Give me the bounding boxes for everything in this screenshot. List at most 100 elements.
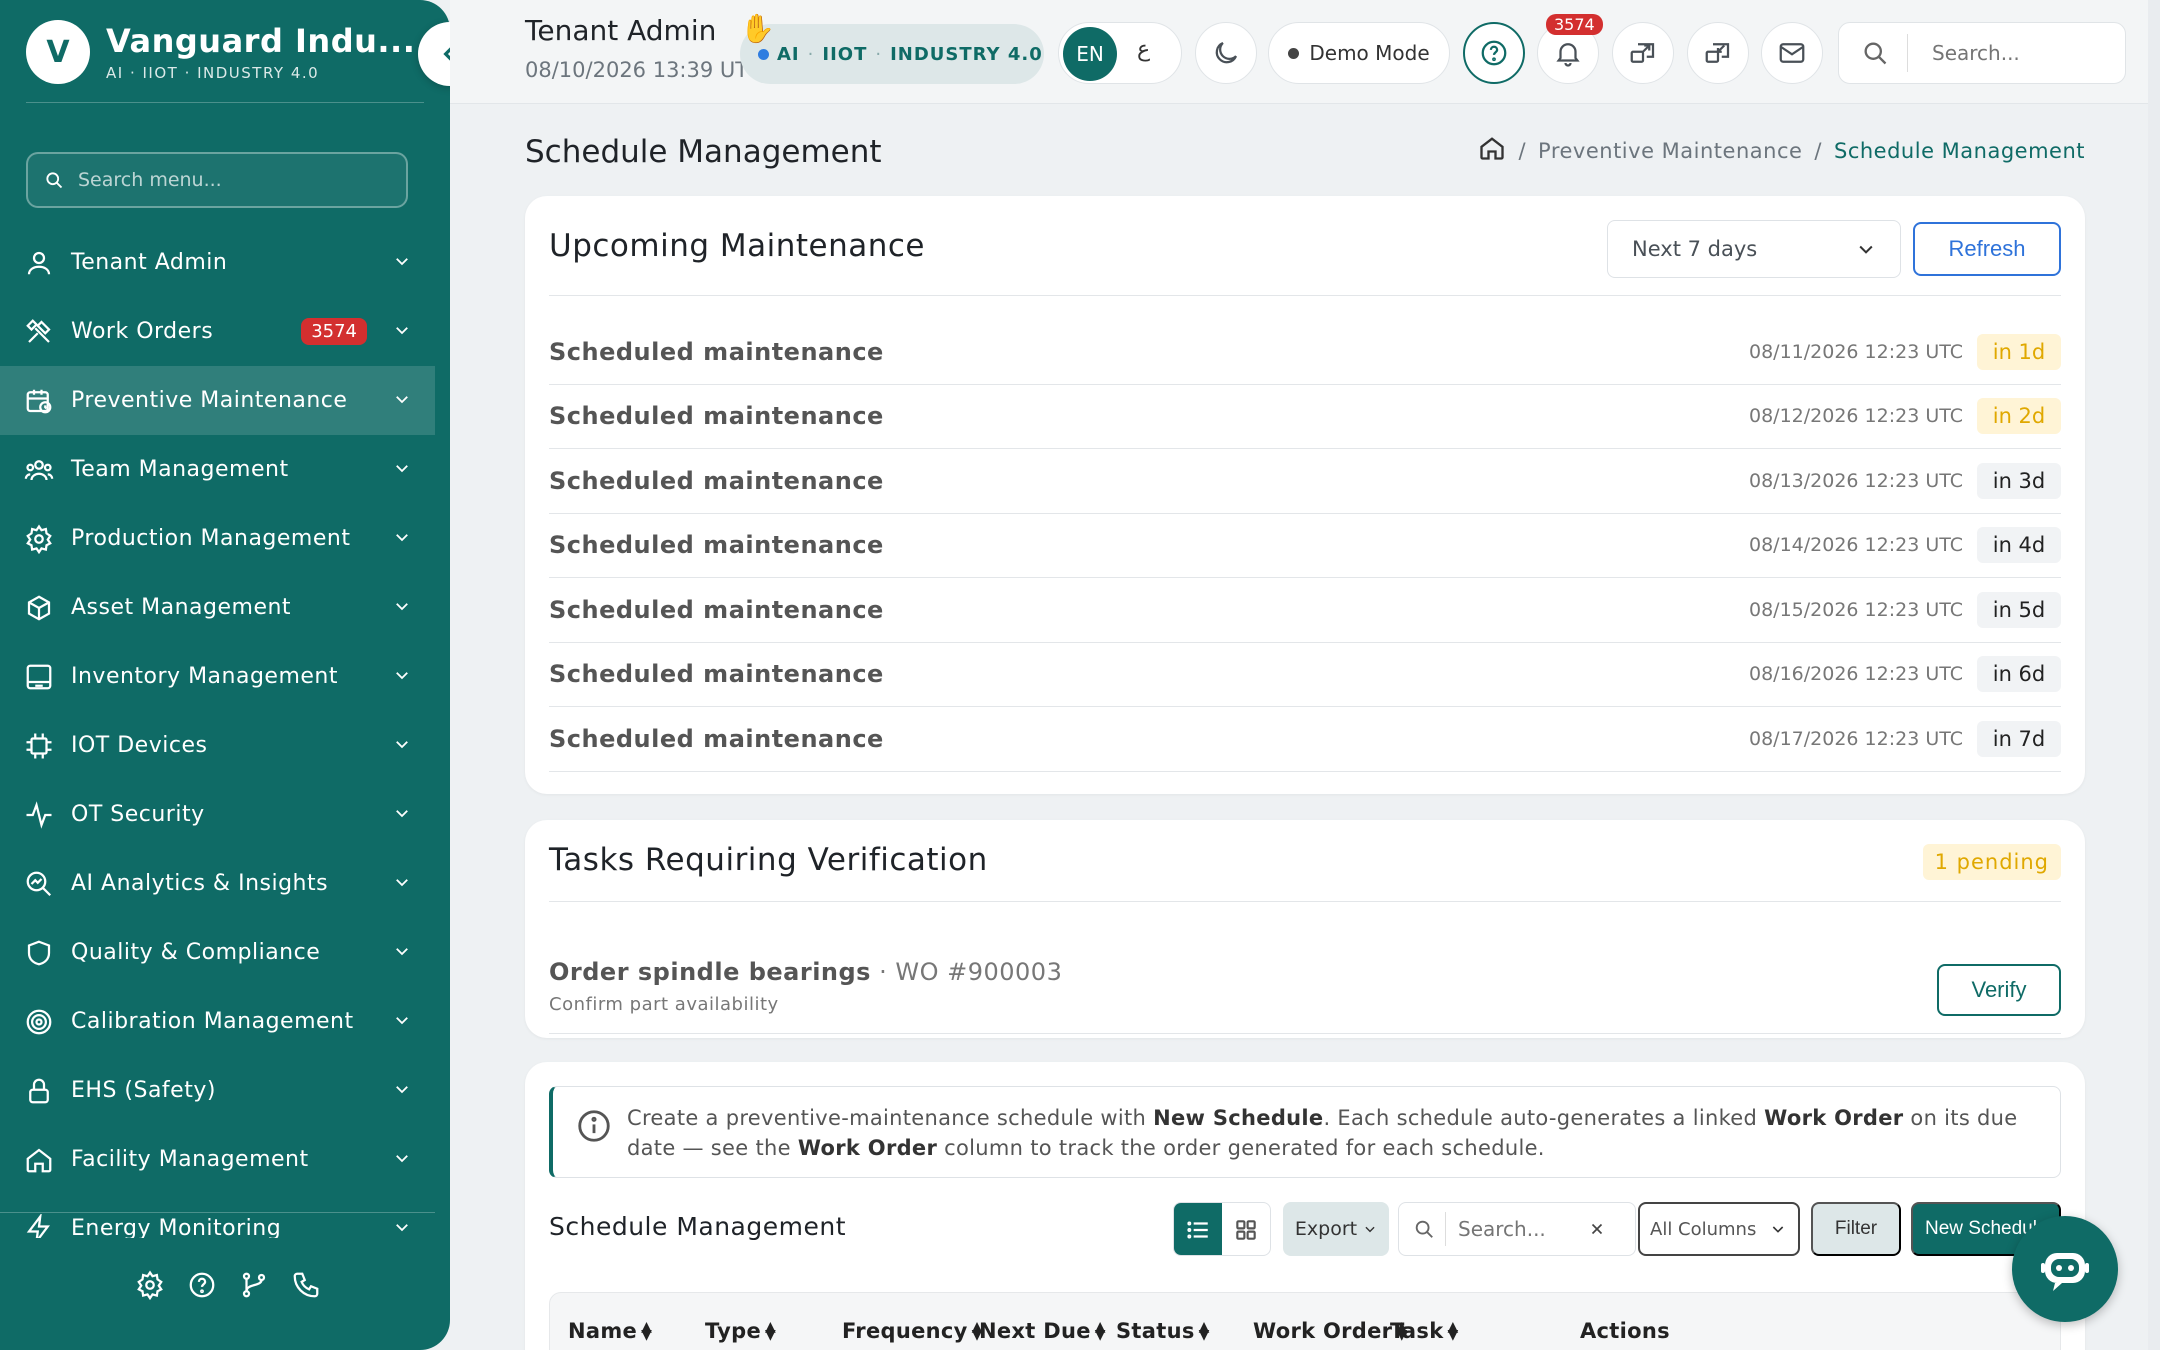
sidebar-item-asset-management[interactable]: Asset Management [0,573,435,642]
remote-connect-button[interactable] [1612,22,1674,84]
menu-search-input[interactable] [78,169,398,191]
sidebar-item-production-management[interactable]: Production Management [0,504,435,573]
git-branch-icon[interactable] [239,1270,269,1304]
home-icon[interactable] [1478,134,1506,167]
sidebar-item-label: IOT Devices [71,733,208,758]
sort-icon: ▲ ▼ [1447,1319,1459,1343]
help-button[interactable] [1463,22,1525,84]
remote-receive-button[interactable] [1687,22,1749,84]
pulse-icon [22,798,56,832]
sidebar-item-team-management[interactable]: Team Management [0,435,435,504]
upcoming-row[interactable]: Scheduled maintenance 08/17/2026 12:23 UT… [549,707,2061,772]
chevron-down-icon[interactable] [393,390,411,412]
chevron-down-icon[interactable] [393,459,411,481]
menu-search[interactable] [26,152,408,208]
global-search[interactable] [1838,22,2126,84]
upcoming-row[interactable]: Scheduled maintenance 08/13/2026 12:23 UT… [549,449,2061,514]
list-view-button[interactable] [1174,1203,1222,1255]
table-search[interactable] [1398,1202,1636,1256]
chevron-down-icon[interactable] [393,1080,411,1102]
lang-en-button[interactable]: EN [1063,27,1117,81]
chevron-down-icon[interactable] [393,1218,411,1239]
column-header-actions: Actions [1580,1319,1670,1343]
demo-mode-button[interactable]: Demo Mode [1268,22,1450,84]
phone-icon[interactable] [291,1270,321,1304]
upcoming-row[interactable]: Scheduled maintenance 08/15/2026 12:23 UT… [549,578,2061,643]
count-badge: 3574 [301,318,367,345]
top-header: Tenant Admin 08/10/2026 13:39 UTC AI · II… [450,0,2160,104]
upcoming-row[interactable]: Scheduled maintenance 08/12/2026 12:23 UT… [549,385,2061,449]
help-icon[interactable] [187,1270,217,1304]
breadcrumb-link[interactable]: Preventive Maintenance [1538,139,1802,163]
page-title: Schedule Management [525,134,882,170]
sidebar-item-ehs-safety[interactable]: EHS (Safety) [0,1056,435,1125]
column-header-status[interactable]: Status ▲ ▼ [1116,1319,1210,1343]
column-header-name[interactable]: Name ▲ ▼ [568,1319,652,1343]
theme-toggle-button[interactable] [1195,22,1257,84]
filter-button[interactable]: Filter [1811,1202,1901,1256]
breadcrumb-current: Schedule Management [1833,138,2085,163]
column-header-task[interactable]: Task ▲ ▼ [1390,1319,1459,1343]
wave-hand-icon: ✋ [740,12,775,45]
sidebar-item-ot-security[interactable]: OT Security [0,780,435,849]
chat-assistant-button[interactable] [2012,1216,2118,1322]
search-icon [1415,1220,1433,1238]
settings-icon[interactable] [135,1270,165,1304]
info-emphasis: Work Order [797,1136,938,1160]
chevron-down-icon [1772,1226,1784,1233]
sidebar-item-preventive-maintenance[interactable]: Preventive Maintenance [0,366,435,435]
sidebar-item-quality-compliance[interactable]: Quality & Compliance [0,918,435,987]
chevron-down-icon[interactable] [393,1011,411,1033]
upcoming-row[interactable]: Scheduled maintenance 08/11/2026 12:23 UT… [549,320,2061,385]
column-header-work-order[interactable]: Work Order ▲ ▼ [1253,1319,1407,1343]
target-icon [22,1005,56,1039]
chevron-down-icon[interactable] [393,942,411,964]
chevron-down-icon[interactable] [393,528,411,550]
ai-pill-ai: AI [777,43,800,65]
sidebar-item-iot-devices[interactable]: IOT Devices [0,711,435,780]
verify-button[interactable]: Verify [1937,964,2061,1016]
close-icon[interactable] [1588,1220,1606,1238]
team-icon [22,453,56,487]
sidebar-item-calibration-management[interactable]: Calibration Management [0,987,435,1056]
language-switcher: EN ع [1058,22,1182,84]
mail-icon [1779,43,1805,63]
view-toggle [1173,1202,1271,1256]
column-header-type[interactable]: Type ▲ ▼ [705,1319,776,1343]
chevron-down-icon[interactable] [393,597,411,619]
chevron-down-icon[interactable] [393,804,411,826]
chevron-down-icon[interactable] [393,1149,411,1171]
chevron-down-icon [1365,1226,1375,1233]
export-button[interactable]: Export [1283,1202,1389,1256]
upcoming-row[interactable]: Scheduled maintenance 08/16/2026 12:23 UT… [549,643,2061,707]
refresh-button[interactable]: Refresh [1913,222,2061,276]
chip-icon [22,729,56,763]
lang-ar-button[interactable]: ع [1137,37,1150,62]
column-header-next-due[interactable]: Next Due ▲ ▼ [979,1319,1106,1343]
chevron-down-icon[interactable] [393,321,411,343]
chevron-down-icon[interactable] [393,252,411,274]
messages-button[interactable] [1761,22,1823,84]
sidebar-item-ai-analytics-insights[interactable]: AI Analytics & Insights [0,849,435,918]
sidebar-item-work-orders[interactable]: Work Orders 3574 [0,297,435,366]
chevron-down-icon[interactable] [393,735,411,757]
sidebar-item-energy-monitoring[interactable]: Energy Monitoring [0,1194,435,1238]
table-search-input[interactable] [1458,1217,1588,1241]
task-row: Order spindle bearings · WO #900003 Conf… [549,938,2061,1034]
range-select[interactable]: Next 7 days [1607,220,1901,278]
brand[interactable]: V Vanguard Indu... AI · IIOT · INDUSTRY … [26,20,426,84]
upcoming-row[interactable]: Scheduled maintenance 08/14/2026 12:23 UT… [549,514,2061,578]
column-header-frequency[interactable]: Frequency ▲ ▼ [842,1319,983,1343]
column-select[interactable]: All Columns [1638,1202,1800,1256]
sidebar-item-tenant-admin[interactable]: Tenant Admin [0,228,435,297]
pending-badge: 1 pending [1922,844,2061,880]
chevron-down-icon[interactable] [393,666,411,688]
page-scrollbar[interactable] [2148,0,2160,1350]
sidebar-item-facility-management[interactable]: Facility Management [0,1125,435,1194]
sidebar-item-label: Quality & Compliance [71,940,321,965]
global-search-input[interactable] [1932,41,2102,65]
grid-view-button[interactable] [1222,1203,1270,1255]
chevron-down-icon[interactable] [393,873,411,895]
task-name[interactable]: Order spindle bearings [549,958,871,986]
sidebar-item-inventory-management[interactable]: Inventory Management [0,642,435,711]
